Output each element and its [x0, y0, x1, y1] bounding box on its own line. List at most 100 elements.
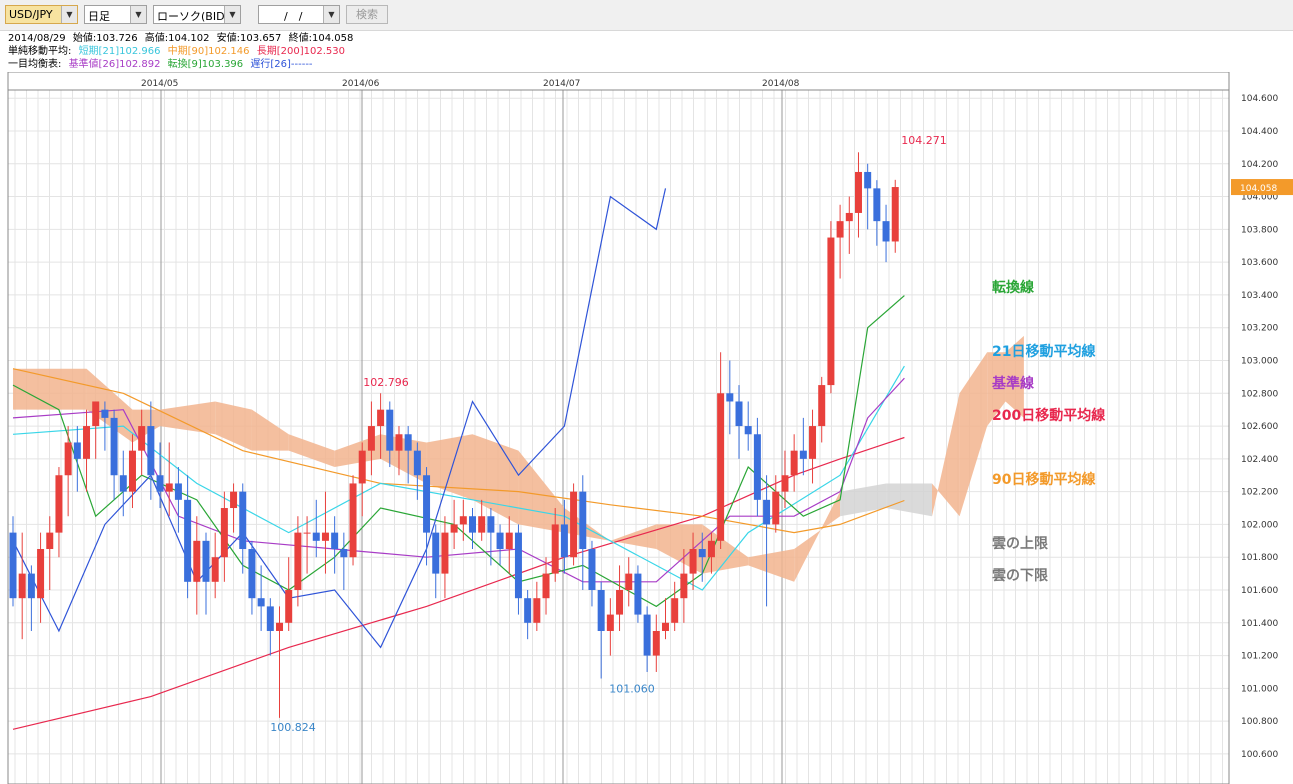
symbol-value: USD/JPY — [9, 8, 53, 21]
info-low-label: 安値: — [216, 33, 241, 44]
candle-body — [726, 393, 734, 402]
info-close: 104.058 — [311, 33, 354, 44]
candle-body — [753, 434, 761, 500]
candle-body — [128, 450, 136, 492]
candle-body — [643, 614, 651, 656]
candle-body — [827, 237, 835, 386]
candle-body — [101, 409, 109, 418]
candle[interactable] — [634, 565, 642, 623]
y-tick-label: 103.600 — [1241, 258, 1278, 268]
candle-body — [772, 491, 780, 525]
candle-body — [505, 532, 513, 550]
candle-body — [9, 532, 17, 599]
y-tick-label: 100.600 — [1241, 750, 1278, 760]
candle-body — [625, 573, 633, 590]
search-button[interactable]: 検索 — [346, 5, 388, 24]
candle-body — [579, 491, 587, 550]
candle-body — [377, 409, 385, 427]
info-high-label: 高値: — [144, 33, 169, 44]
candle-body — [165, 483, 173, 492]
kijun-info: 基準値[26]102.892 — [68, 59, 161, 70]
chart-type-select[interactable]: ローソク(BID) ▼ — [153, 5, 241, 24]
candle-body — [698, 549, 706, 558]
candle-body — [266, 606, 274, 631]
candle-body — [790, 450, 798, 476]
chevron-down-icon: ▼ — [323, 6, 339, 23]
price-chart[interactable]: 104.271 102.796 100.824 101.060 100.600 100.… — [0, 72, 1293, 784]
y-tick-label: 102.800 — [1241, 389, 1278, 399]
y-tick-label: 101.800 — [1241, 553, 1278, 563]
candle-body — [349, 483, 357, 558]
candle-body — [588, 549, 596, 590]
candle-body — [64, 442, 72, 476]
y-tick-label: 104.600 — [1241, 94, 1278, 104]
price-annotation: 102.796 — [363, 376, 409, 389]
month-label: 2014/08 — [762, 79, 800, 89]
tenkan-info: 転換[9]103.396 — [167, 59, 244, 70]
candle-body — [27, 573, 35, 599]
candle-body — [312, 532, 320, 541]
candle-body — [542, 573, 550, 599]
candle[interactable] — [827, 221, 835, 394]
sma-label: 単純移動平均: — [8, 46, 72, 57]
y-tick-label: 103.800 — [1241, 225, 1278, 235]
candle-body — [707, 540, 715, 558]
candle-body — [184, 499, 192, 582]
candle-body — [358, 450, 366, 484]
candle[interactable] — [570, 483, 578, 566]
candle-body — [469, 516, 476, 533]
legend-cloud-upper: 雲の上限 — [992, 536, 1048, 552]
candle-body — [763, 499, 771, 525]
candle-body — [781, 475, 789, 492]
candle-body — [450, 524, 458, 533]
candle-body — [367, 426, 375, 451]
ichimoku-info: 一目均衡表: 基準値[26]102.892 転換[9]103.396 遅行[26… — [8, 59, 317, 71]
candle-body — [524, 598, 532, 623]
candle-body — [156, 475, 164, 492]
sma-short: 短期[21]102.966 — [78, 46, 161, 57]
candle[interactable] — [349, 475, 357, 566]
candle-body — [689, 549, 697, 574]
candle-body — [616, 590, 624, 615]
candle-body — [73, 442, 81, 459]
candle-body — [110, 417, 118, 476]
candle-body — [496, 532, 504, 550]
candle-body — [413, 450, 421, 476]
timeframe-select[interactable]: 日足 ▼ — [84, 5, 147, 24]
y-tick-label: 104.200 — [1241, 160, 1278, 170]
sma-long: 長期[200]102.530 — [256, 46, 345, 57]
candle-body — [193, 540, 201, 582]
candle-body — [230, 491, 238, 509]
price-annotation: 101.060 — [609, 683, 655, 696]
toolbar: USD/JPY ▼ 日足 ▼ ローソク(BID) ▼ / / ▼ 検索 — [0, 0, 1293, 31]
candle-body — [717, 393, 725, 541]
current-price-label: 104.058 — [1240, 184, 1277, 194]
timeframe-value: 日足 — [88, 10, 110, 23]
y-tick-label: 102.200 — [1241, 488, 1278, 498]
candle-body — [386, 409, 394, 451]
chevron-down-icon: ▼ — [61, 6, 77, 23]
date-input[interactable]: / / ▼ — [258, 5, 340, 24]
y-tick-label: 102.000 — [1241, 520, 1278, 530]
info-high: 104.102 — [168, 33, 210, 44]
legend-kijun: 基準線 — [992, 376, 1034, 392]
candle-body — [873, 188, 881, 222]
candle-body — [836, 221, 844, 238]
chevron-down-icon: ▼ — [130, 6, 146, 23]
candle-body — [257, 598, 265, 607]
candle-body — [321, 532, 329, 541]
symbol-select[interactable]: USD/JPY ▼ — [5, 5, 78, 24]
candle-body — [882, 221, 890, 242]
candle-body — [55, 475, 63, 533]
y-tick-label: 103.400 — [1241, 291, 1278, 301]
y-tick-label: 102.600 — [1241, 422, 1278, 432]
legend-sma200: 200日移動平均線 — [992, 408, 1106, 424]
candle-body — [248, 549, 256, 599]
candle-body — [211, 557, 219, 582]
info-open: 103.726 — [96, 33, 138, 44]
price-annotation: 100.824 — [270, 721, 316, 734]
y-tick-label: 103.000 — [1241, 356, 1278, 366]
candle-body — [441, 532, 449, 574]
candle-body — [432, 532, 440, 574]
chikou-info: 遅行[26]------ — [250, 59, 313, 70]
